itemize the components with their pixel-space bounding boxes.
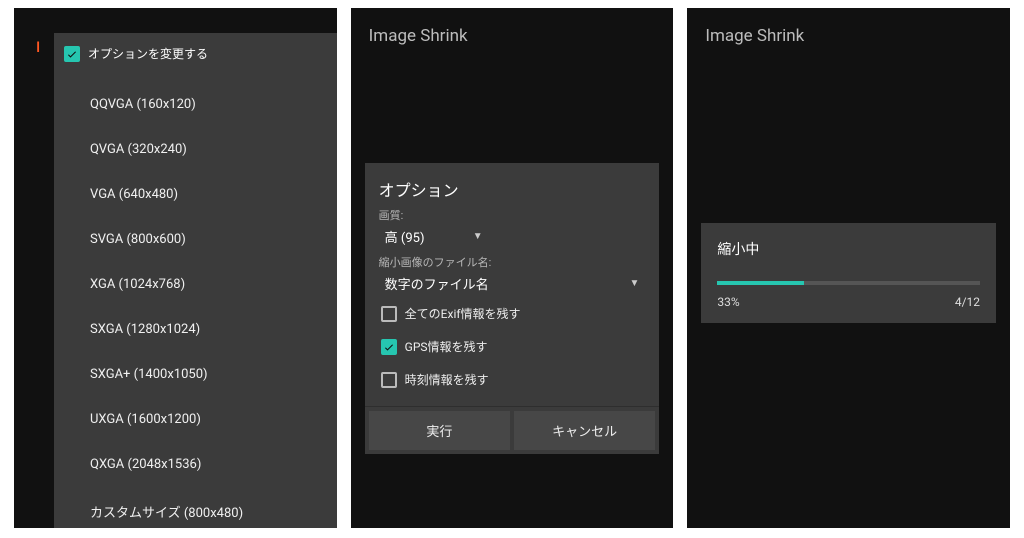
resolution-item[interactable]: QQVGA (160x120)	[90, 82, 327, 127]
resolution-item[interactable]: SXGA+ (1400x1050)	[90, 352, 327, 397]
progress-bar-fill	[717, 281, 804, 285]
resolution-item[interactable]: XGA (1024x768)	[90, 262, 327, 307]
dropdown-icon: ▼	[473, 231, 483, 242]
time-label: 時刻情報を残す	[405, 371, 489, 388]
progress-bar-track	[717, 281, 980, 285]
gps-checkbox[interactable]	[381, 339, 397, 355]
gps-checkbox-row[interactable]: GPS情報を残す	[379, 330, 646, 363]
resolution-item[interactable]: UXGA (1600x1200)	[90, 397, 327, 442]
popup-header-row[interactable]: オプションを変更する	[54, 33, 337, 62]
progress-percent: 33%	[717, 295, 739, 309]
gps-label: GPS情報を残す	[405, 338, 488, 355]
dropdown-icon: ▼	[629, 278, 639, 289]
exif-label: 全てのExif情報を残す	[405, 305, 521, 322]
resolution-item[interactable]: SXGA (1280x1024)	[90, 307, 327, 352]
quality-select[interactable]: 高 (95) ▼	[379, 223, 489, 250]
exif-checkbox[interactable]	[381, 306, 397, 322]
app-title: Image Shrink	[687, 8, 1010, 64]
exif-checkbox-row[interactable]: 全てのExif情報を残す	[379, 297, 646, 330]
progress-labels: 33% 4/12	[717, 295, 980, 309]
cancel-button[interactable]: キャンセル	[514, 411, 655, 450]
app-title: Image Shrink	[351, 8, 674, 64]
resolution-item[interactable]: SVGA (800x600)	[90, 217, 327, 262]
popup-header-label: オプションを変更する	[88, 45, 208, 62]
resolution-item[interactable]: VGA (640x480)	[90, 172, 327, 217]
background-title-fragment: I	[36, 38, 40, 56]
filename-select[interactable]: 数字のファイル名 ▼	[379, 270, 646, 297]
resolution-popup: オプションを変更する QQVGA (160x120) QVGA (320x240…	[54, 33, 337, 528]
resolution-item[interactable]: カスタムサイズ (800x480)	[90, 487, 327, 528]
quality-label: 画質:	[379, 207, 646, 223]
resolution-item[interactable]: QVGA (320x240)	[90, 127, 327, 172]
options-dialog: オプション 画質: 高 (95) ▼ 縮小画像のファイル名: 数字のファイル名 …	[365, 163, 660, 454]
resolution-list: QQVGA (160x120) QVGA (320x240) VGA (640x…	[54, 62, 337, 528]
check-icon	[383, 341, 395, 353]
change-options-checkbox[interactable]	[64, 46, 80, 62]
progress-title: 縮小中	[717, 239, 980, 259]
dialog-actions: 実行 キャンセル	[365, 406, 660, 454]
dialog-title: オプション	[379, 177, 646, 201]
filename-value: 数字のファイル名	[385, 274, 489, 293]
screen-resolution-picker: I オプションを変更する QQVGA (160x120) QVGA (320x2…	[14, 8, 337, 528]
progress-count: 4/12	[955, 295, 980, 309]
filename-label: 縮小画像のファイル名:	[379, 254, 646, 270]
quality-value: 高 (95)	[385, 227, 425, 246]
time-checkbox[interactable]	[381, 372, 397, 388]
time-checkbox-row[interactable]: 時刻情報を残す	[379, 363, 646, 396]
run-button[interactable]: 実行	[369, 411, 510, 450]
check-icon	[66, 48, 78, 60]
screen-options-dialog: Image Shrink オプション 画質: 高 (95) ▼ 縮小画像のファイ…	[351, 8, 674, 528]
resolution-item[interactable]: QXGA (2048x1536)	[90, 442, 327, 487]
screen-progress: Image Shrink 縮小中 33% 4/12	[687, 8, 1010, 528]
progress-card: 縮小中 33% 4/12	[701, 223, 996, 323]
